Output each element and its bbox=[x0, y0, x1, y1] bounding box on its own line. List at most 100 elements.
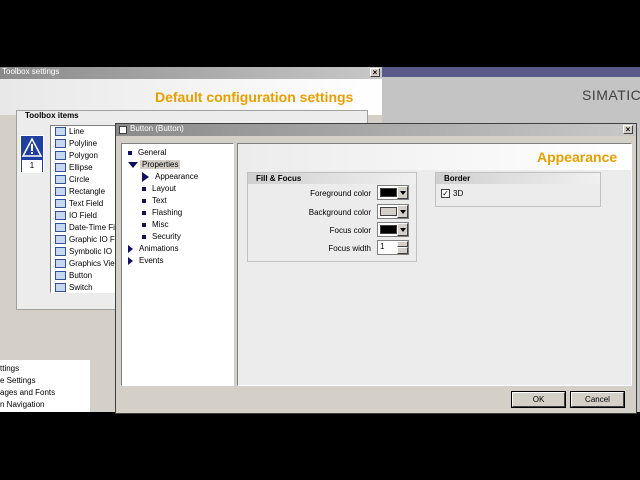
foreground-color-picker[interactable] bbox=[377, 185, 409, 200]
nav-item-label: General bbox=[138, 148, 167, 157]
toolbox-items-label: Toolbox items bbox=[25, 111, 79, 120]
text-field-icon bbox=[55, 199, 66, 209]
warning-icon: 1 bbox=[20, 135, 44, 173]
nav-item-layout[interactable]: Layout bbox=[142, 184, 176, 194]
focus-color-fill bbox=[380, 225, 397, 234]
toolbox-item-label: Circle bbox=[69, 175, 90, 184]
project-tree-item[interactable]: n Navigation bbox=[0, 400, 44, 410]
toolbox-item[interactable]: Switch bbox=[55, 282, 93, 292]
background-color-picker[interactable] bbox=[377, 204, 409, 219]
nav-item-text[interactable]: Text bbox=[142, 196, 167, 206]
nav-item-appearance[interactable]: Appearance bbox=[142, 172, 198, 182]
3d-checkbox[interactable]: ✓ bbox=[441, 189, 450, 198]
nav-item-flashing[interactable]: Flashing bbox=[142, 208, 182, 218]
project-tree-item[interactable]: ttings bbox=[0, 364, 19, 374]
focus-color-picker[interactable] bbox=[377, 222, 409, 237]
project-tree-item[interactable]: ages and Fonts bbox=[0, 388, 55, 398]
cancel-button[interactable]: Cancel bbox=[571, 392, 624, 407]
background-color-dropdown-icon[interactable] bbox=[397, 205, 408, 218]
appearance-heading: Appearance bbox=[537, 149, 618, 165]
project-tree-fragment: ttings e Settings ages and Fonts n Navigati… bbox=[0, 360, 90, 412]
toolbox-item[interactable]: Symbolic IO bbox=[55, 246, 112, 258]
focus-color-label: Focus color bbox=[329, 226, 371, 235]
simatic-brand: SIMATIC bbox=[582, 87, 640, 103]
collapse-arrow-icon bbox=[128, 256, 133, 265]
toolbox-settings-title: Toolbox settings bbox=[2, 67, 60, 76]
toolbox-item[interactable]: Text Field bbox=[55, 198, 103, 210]
focus-width-value[interactable]: 1 bbox=[380, 242, 384, 251]
foreground-color-dropdown-icon[interactable] bbox=[397, 186, 408, 199]
focus-width-label: Focus width bbox=[328, 244, 371, 253]
toolbox-item[interactable]: Polygon bbox=[55, 150, 98, 162]
toolbox-settings-titlebar: Toolbox settings bbox=[0, 67, 382, 79]
ok-button-label: OK bbox=[532, 395, 545, 404]
fill-focus-group: Fill & Focus Foreground color Background… bbox=[247, 172, 417, 262]
line-icon bbox=[55, 127, 66, 137]
foreground-color-label: Foreground color bbox=[310, 189, 371, 198]
foreground-color-fill bbox=[380, 188, 397, 197]
selected-arrow-icon bbox=[142, 172, 149, 182]
toolbox-item[interactable]: Polyline bbox=[55, 138, 97, 150]
nav-item-animations[interactable]: Animations bbox=[128, 244, 179, 254]
toolbox-item[interactable]: Button bbox=[55, 270, 92, 282]
nav-item-label: Events bbox=[139, 256, 164, 265]
date-time-field-icon bbox=[55, 223, 66, 233]
bullet-icon bbox=[142, 222, 146, 227]
nav-item-label: Animations bbox=[139, 244, 179, 253]
toolbox-item[interactable]: Circle bbox=[55, 174, 89, 186]
dialog-title: Button (Button) bbox=[130, 124, 184, 133]
background-color-fill bbox=[380, 207, 397, 216]
toolbox-item-label: Polyline bbox=[69, 139, 98, 148]
toolbox-item[interactable]: Graphics Vie bbox=[55, 258, 115, 270]
toolbox-items-list[interactable]: Line Polyline Polygon Ellipse Circle Rectangl… bbox=[50, 125, 120, 293]
button-icon bbox=[55, 271, 66, 281]
spinner-down-icon[interactable] bbox=[397, 247, 408, 254]
toolbox-item-label: Graphics Vie bbox=[69, 259, 115, 268]
3d-checkbox-label: 3D bbox=[453, 189, 464, 198]
dialog-close-button[interactable]: × bbox=[623, 125, 633, 134]
simatic-titlebar bbox=[382, 67, 640, 77]
toolbox-item-label: Ellipse bbox=[69, 163, 93, 172]
button-properties-dialog: Button (Button) × General Properties Appea… bbox=[115, 123, 637, 414]
nav-item-properties[interactable]: Properties bbox=[128, 160, 181, 170]
nav-item-security[interactable]: Security bbox=[142, 232, 181, 242]
focus-width-spinner[interactable]: 1 bbox=[377, 240, 409, 255]
toolbox-item-label: Date-Time Fi bbox=[69, 223, 115, 232]
nav-item-label: Misc bbox=[152, 220, 169, 229]
symbolic-io-icon bbox=[55, 247, 66, 257]
collapse-arrow-icon bbox=[128, 244, 133, 253]
nav-item-events[interactable]: Events bbox=[128, 256, 163, 266]
toolbox-item[interactable]: Line bbox=[55, 126, 84, 138]
nav-item-label: Appearance bbox=[155, 172, 199, 182]
toolbox-item[interactable]: Date-Time Fi bbox=[55, 222, 115, 234]
nav-item-misc[interactable]: Misc bbox=[142, 220, 168, 230]
cancel-button-label: Cancel bbox=[585, 395, 610, 404]
ok-button[interactable]: OK bbox=[512, 392, 565, 407]
dialog-titlebar: Button (Button) bbox=[116, 124, 636, 136]
toolbox-item-label: Symbolic IO bbox=[69, 247, 113, 256]
graphics-view-icon bbox=[55, 259, 66, 269]
project-tree-scroll-area bbox=[90, 360, 116, 412]
project-tree-item[interactable]: e Settings bbox=[0, 376, 36, 386]
toolbox-close-button[interactable]: × bbox=[370, 68, 380, 77]
border-title: Border bbox=[436, 173, 600, 184]
polyline-icon bbox=[55, 139, 66, 149]
bullet-icon bbox=[142, 186, 146, 191]
nav-item-label: Flashing bbox=[152, 208, 183, 217]
toolbox-item-label: Line bbox=[69, 127, 85, 136]
border-group: Border ✓ 3D bbox=[435, 172, 601, 207]
toolbox-item[interactable]: Rectangle bbox=[55, 186, 105, 198]
toolbox-item-label: Polygon bbox=[69, 151, 98, 160]
toolbox-item[interactable]: Graphic IO F bbox=[55, 234, 115, 246]
circle-icon bbox=[55, 175, 66, 185]
property-nav-tree: General Properties Appearance Layout Text Fla… bbox=[121, 143, 234, 386]
focus-color-dropdown-icon[interactable] bbox=[397, 223, 408, 236]
switch-icon bbox=[55, 283, 66, 292]
nav-item-general[interactable]: General bbox=[128, 148, 166, 158]
toolbox-item[interactable]: Ellipse bbox=[55, 162, 93, 174]
rectangle-icon bbox=[55, 187, 66, 197]
toolbox-item-label: Graphic IO F bbox=[69, 235, 115, 244]
toolbox-item-label: IO Field bbox=[69, 211, 98, 220]
toolbox-item[interactable]: IO Field bbox=[55, 210, 97, 222]
bullet-icon bbox=[128, 150, 132, 155]
